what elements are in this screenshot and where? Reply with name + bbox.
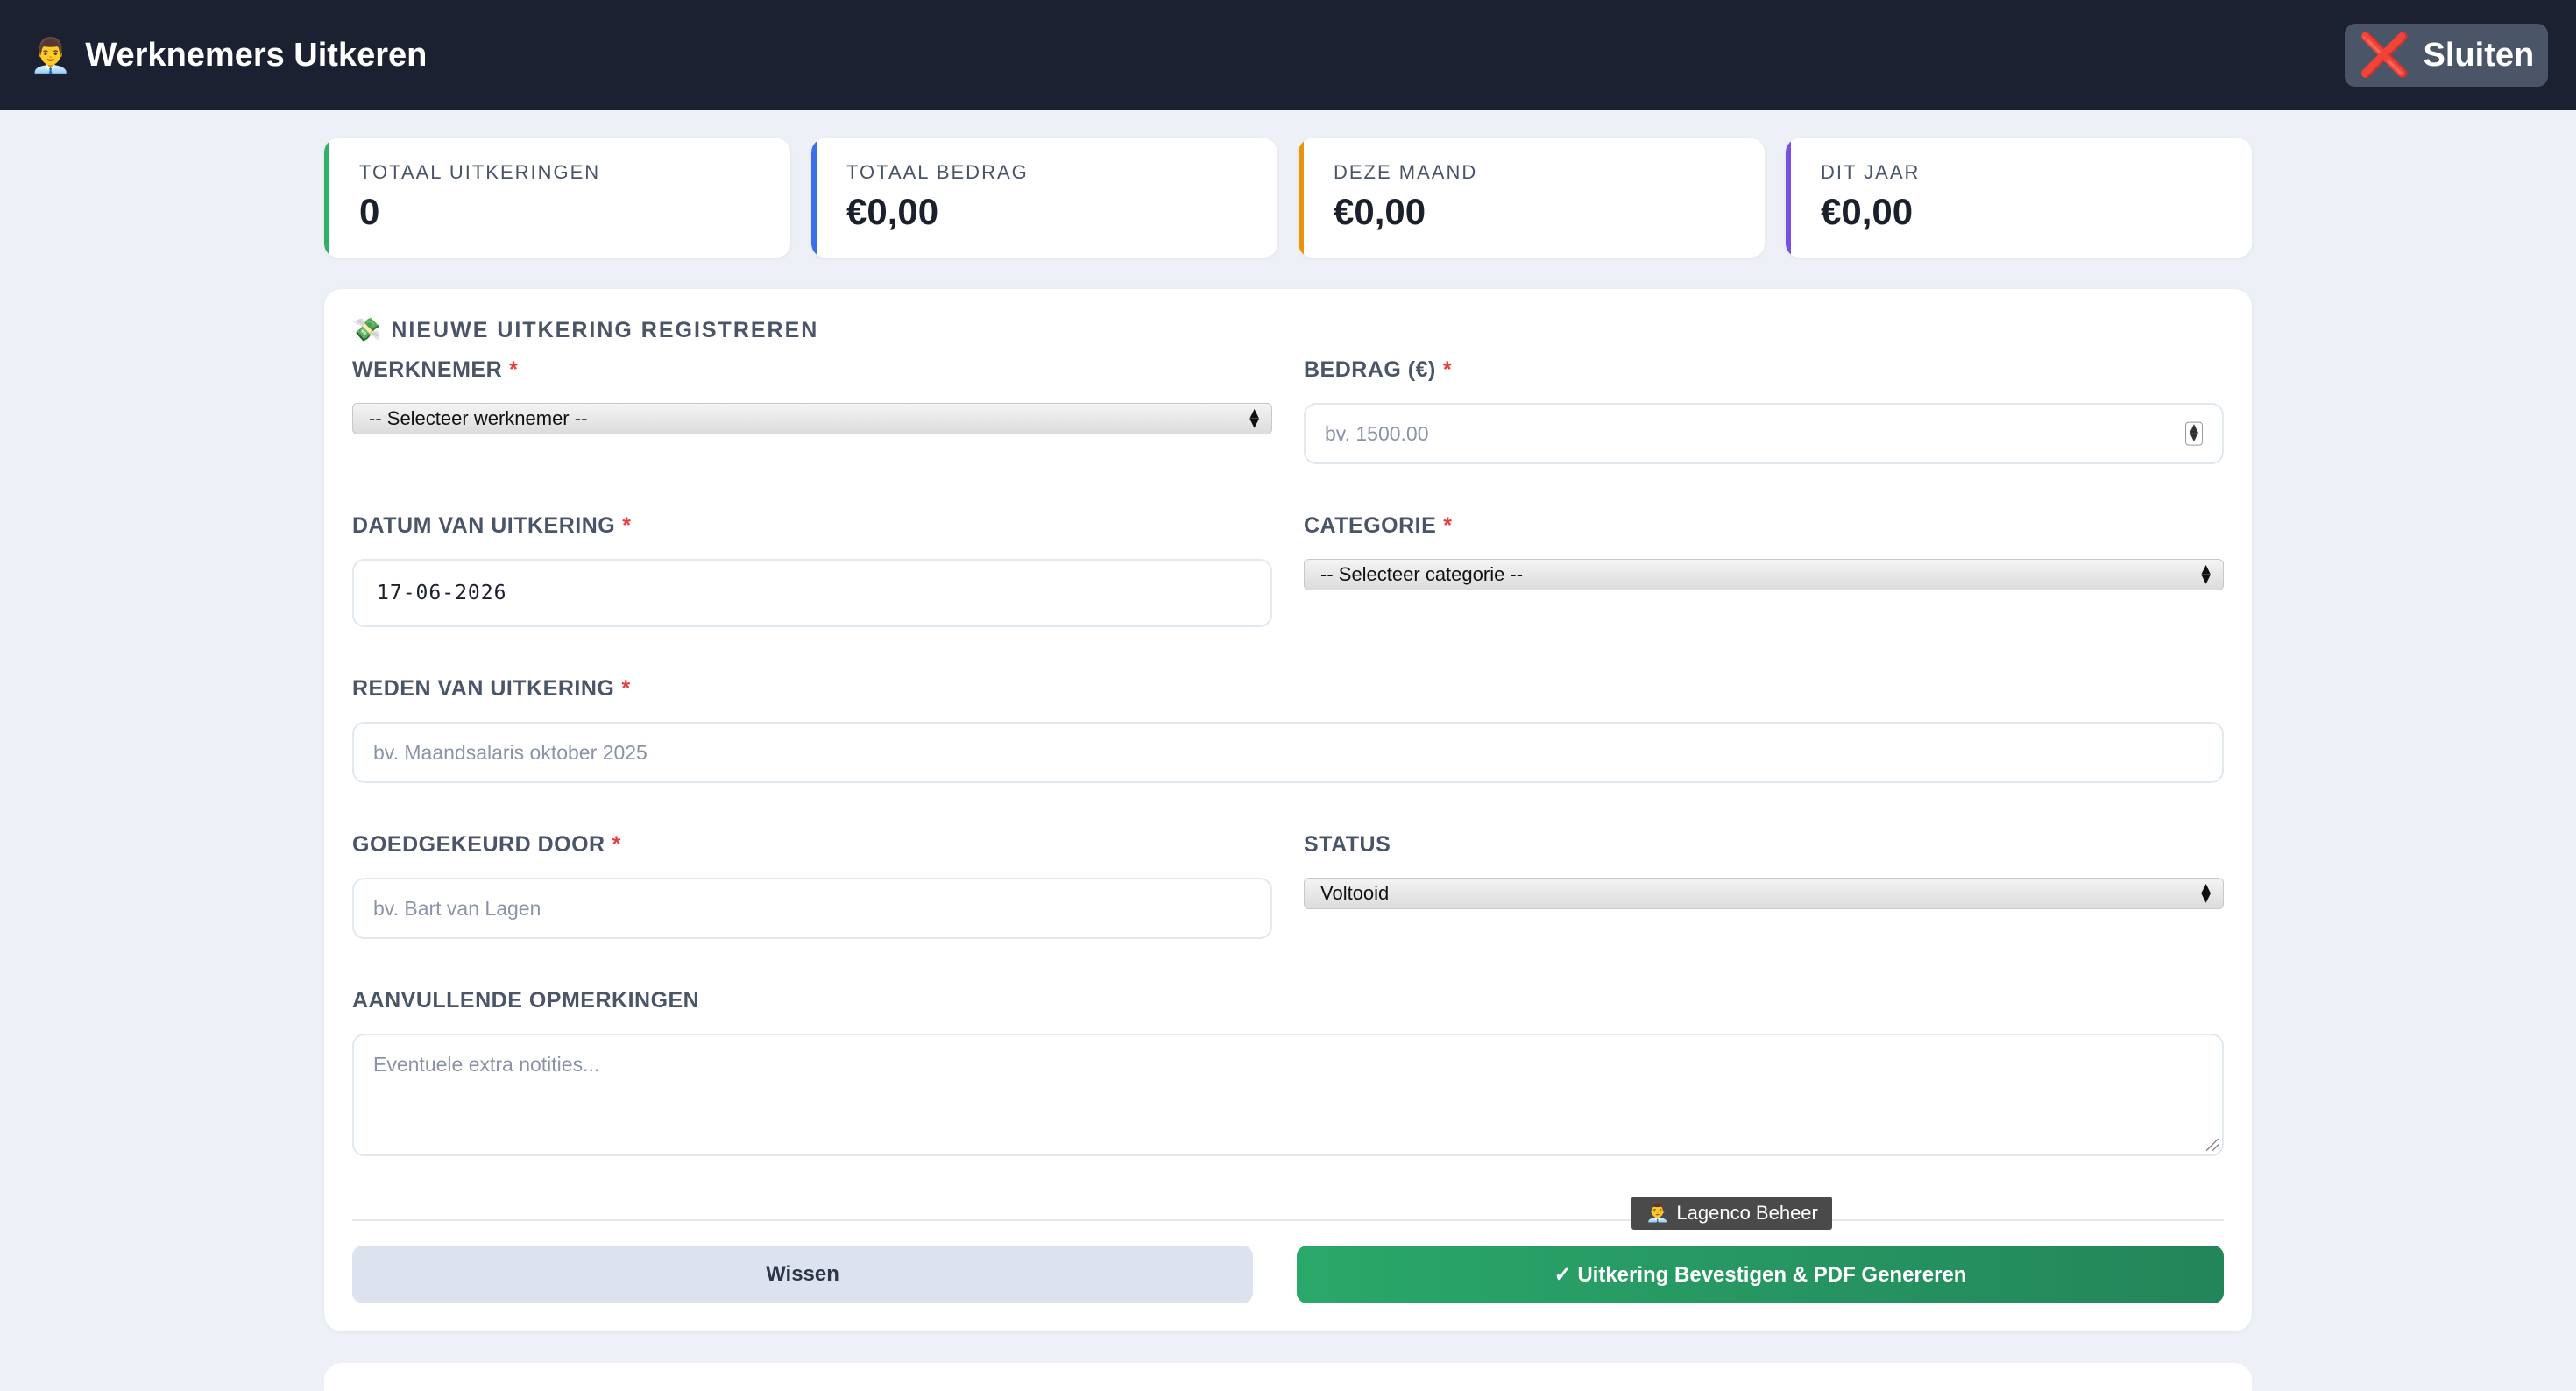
required-mark: * <box>621 676 631 701</box>
werknemer-label-text: WERKNEMER <box>352 357 503 382</box>
top-bar: 👨‍💼 Werknemers Uitkeren ❌ Sluiten <box>0 0 2576 110</box>
stat-value: €0,00 <box>846 191 939 232</box>
close-button-label: Sluiten <box>2423 36 2535 74</box>
werknemer-label: WERKNEMER * <box>352 357 518 383</box>
chevron-updown-icon: ▲ ▼ <box>2201 561 2211 586</box>
werknemer-select-value: -- Selecteer werknemer -- <box>369 407 588 429</box>
section-title-text: NIEUWE UITKERING REGISTREREN <box>391 317 819 342</box>
chevron-updown-icon: ▲ ▼ <box>2201 880 2211 905</box>
reden-label-text: REDEN VAN UITKERING <box>352 676 615 701</box>
app-title: 👨‍💼 Werknemers Uitkeren <box>30 37 427 74</box>
bedrag-input[interactable] <box>1304 403 2224 464</box>
datum-label-text: DATUM VAN UITKERING <box>352 513 616 538</box>
stat-label: TOTAAL UITKERINGEN <box>359 161 601 183</box>
tooltip-text: Lagenco Beheer <box>1676 1202 1818 1224</box>
goedgekeurd-label: GOEDGEKEURD DOOR * <box>352 832 621 858</box>
divider <box>352 1219 2224 1221</box>
categorie-select[interactable]: -- Selecteer categorie -- ▲ ▼ <box>1304 559 2224 590</box>
reden-label: REDEN VAN UITKERING * <box>352 676 631 702</box>
stat-value: €0,00 <box>1821 191 1914 232</box>
next-section-card <box>324 1363 2252 1391</box>
status-select-value: Voltooid <box>1320 882 1390 904</box>
money-icon: 💸 <box>352 317 383 343</box>
close-icon: ❌ <box>2358 31 2411 80</box>
bedrag-label-text: BEDRAG (€) <box>1304 357 1436 382</box>
werknemer-select[interactable]: -- Selecteer werknemer -- ▲ ▼ <box>352 403 1272 434</box>
stat-card-total-payouts: TOTAAL UITKERINGEN 0 <box>324 138 790 258</box>
categorie-label: CATEGORIE * <box>1304 513 1453 539</box>
opmerkingen-label: AANVULLENDE OPMERKINGEN <box>352 988 699 1013</box>
bedrag-label: BEDRAG (€) * <box>1304 357 1452 383</box>
stat-value: 0 <box>359 191 380 232</box>
section-title: 💸 NIEUWE UITKERING REGISTREREN <box>352 317 818 343</box>
opmerkingen-textarea[interactable] <box>352 1034 2224 1156</box>
required-mark: * <box>622 513 632 538</box>
chevron-updown-icon: ▲ ▼ <box>1249 406 1259 430</box>
office-worker-icon: 👨‍💼 <box>1645 1202 1670 1224</box>
stat-label: DIT JAAR <box>1821 161 1921 183</box>
stat-card-this-year: DIT JAAR €0,00 <box>1786 138 2252 258</box>
payout-form-card: 💸 NIEUWE UITKERING REGISTREREN WERKNEMER… <box>324 289 2252 1331</box>
stat-label: TOTAAL BEDRAG <box>846 161 1029 183</box>
bedrag-field-wrap: ▲▼ <box>1304 403 2224 464</box>
goedgekeurd-label-text: GOEDGEKEURD DOOR <box>352 832 605 857</box>
clear-button[interactable]: Wissen <box>352 1246 1253 1303</box>
goedgekeurd-input[interactable] <box>352 878 1272 939</box>
status-select[interactable]: Voltooid ▲ ▼ <box>1304 878 2224 909</box>
reden-input[interactable] <box>352 722 2224 783</box>
stat-card-total-amount: TOTAAL BEDRAG €0,00 <box>811 138 1277 258</box>
status-label: STATUS <box>1304 832 1391 858</box>
tooltip: 👨‍💼 Lagenco Beheer <box>1631 1197 1832 1230</box>
close-button[interactable]: ❌ Sluiten <box>2345 24 2548 87</box>
required-mark: * <box>1442 357 1453 382</box>
categorie-label-text: CATEGORIE <box>1304 513 1437 538</box>
status-label-text: STATUS <box>1304 832 1391 857</box>
datum-input[interactable]: 17-06-2026 <box>352 559 1272 627</box>
opmerkingen-wrap <box>352 1034 2224 1156</box>
stats-row: TOTAAL UITKERINGEN 0 TOTAAL BEDRAG €0,00… <box>324 138 2252 258</box>
stat-label: DEZE MAAND <box>1334 161 1478 183</box>
office-worker-icon: 👨‍💼 <box>30 36 72 74</box>
confirm-pdf-button[interactable]: ✓ Uitkering Bevestigen & PDF Genereren <box>1297 1246 2224 1303</box>
datum-label: DATUM VAN UITKERING * <box>352 513 631 539</box>
resize-handle-icon[interactable] <box>2206 1139 2219 1151</box>
number-stepper-icon[interactable]: ▲ ▼ <box>2185 421 2203 446</box>
stat-value: €0,00 <box>1334 191 1426 232</box>
opmerkingen-label-text: AANVULLENDE OPMERKINGEN <box>352 988 700 1013</box>
required-mark: * <box>612 832 621 857</box>
page-title: Werknemers Uitkeren <box>85 36 428 74</box>
required-mark: * <box>1443 513 1453 538</box>
categorie-select-value: -- Selecteer categorie -- <box>1320 563 1524 585</box>
required-mark: * <box>509 357 519 382</box>
stat-card-this-month: DEZE MAAND €0,00 <box>1299 138 1765 258</box>
